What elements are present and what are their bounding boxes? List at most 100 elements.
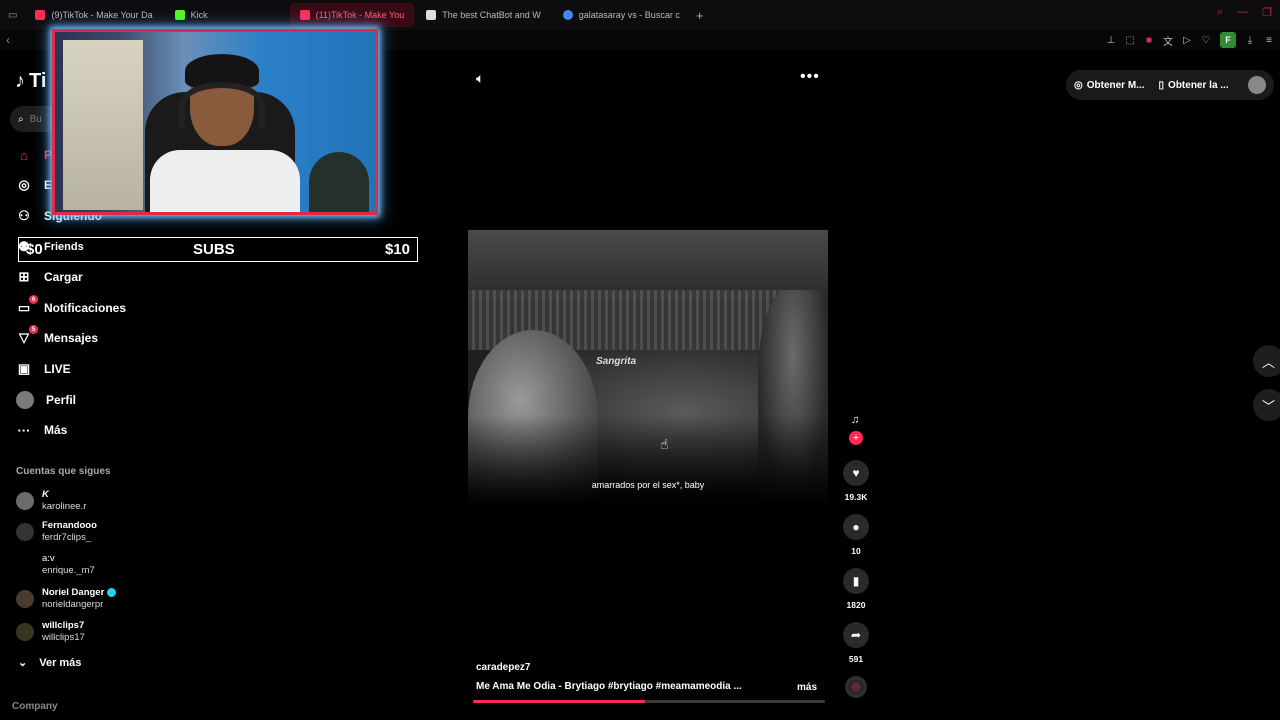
tab-tiktok-active[interactable]: (11)TikTok - Make You <box>289 3 415 27</box>
share-button[interactable]: ➦ 591 <box>842 622 870 664</box>
extension-f-icon[interactable]: F <box>1220 32 1236 48</box>
sidebar-item-notificaciones[interactable]: ▭ 6 Notificaciones <box>16 295 127 316</box>
display-name-text: Noriel Danger <box>42 587 105 598</box>
profile-avatar <box>16 391 34 409</box>
sidebar-item-label: Perfil <box>46 393 77 407</box>
sidebar-item-label: LIVE <box>44 362 71 376</box>
get-coins-label: Obtener M... <box>1086 79 1145 91</box>
video-progress-fill <box>473 700 646 703</box>
comment-icon: ● <box>843 514 869 540</box>
download-icon[interactable]: ⤓ <box>1245 34 1255 46</box>
subs-label: SUBS <box>192 241 235 258</box>
volume-icon[interactable]: 🔈︎ <box>476 70 484 87</box>
sidebar-item-label: Mensajes <box>44 331 99 345</box>
translate-icon[interactable]: 文 <box>1163 34 1173 48</box>
display-name: a:v <box>42 553 55 564</box>
chevron-up-icon: ︿ <box>1262 354 1276 370</box>
tab-kick[interactable]: Kick <box>165 3 218 27</box>
following-item[interactable]: willclips7 willclips17 <box>16 620 85 644</box>
minimize-icon[interactable]: — <box>1237 6 1248 19</box>
display-name: willclips7 <box>42 620 85 631</box>
following-item[interactable]: a:v enrique._m7 <box>16 553 95 577</box>
sidebar-item-label: Más <box>44 423 68 437</box>
more-options-icon[interactable]: ••• <box>800 68 820 86</box>
sidebar-item-label: Notificaciones <box>44 301 127 315</box>
tab-tiktok-1[interactable]: (9)TikTok - Make Your Da <box>25 3 162 27</box>
video-player[interactable]: Sangrita <box>468 230 828 505</box>
share-count: 591 <box>848 654 864 664</box>
verified-icon <box>107 587 117 597</box>
heart-icon: ♥ <box>843 460 869 486</box>
save-button[interactable]: ▮ 1820 <box>842 568 870 610</box>
avatar <box>16 492 34 510</box>
chatbot-icon <box>426 10 437 20</box>
search-placeholder: Bu <box>29 113 42 125</box>
avatar <box>16 556 34 574</box>
messages-badge: 5 <box>29 325 38 334</box>
video-progress-bar[interactable] <box>473 700 825 703</box>
following-item[interactable]: Fernandooo ferdr7clips_ <box>16 520 97 544</box>
comment-button[interactable]: ● 10 <box>842 514 870 556</box>
play-icon[interactable]: ▷ <box>1182 34 1192 46</box>
pocket-icon[interactable]: ■ <box>1144 34 1154 46</box>
hand-cursor-icon: ☝︎ <box>660 436 669 452</box>
tiktok-logo[interactable]: ♪ Ti <box>15 70 46 93</box>
screenshot-icon[interactable]: ⬚ <box>1125 34 1135 46</box>
menu-icon[interactable]: ≡ <box>1264 34 1274 46</box>
new-tab-button[interactable]: + <box>696 8 704 23</box>
tab-chatbot[interactable]: The best ChatBot and W <box>416 3 551 27</box>
tab-list-icon[interactable]: ▭ <box>8 10 17 21</box>
music-disc-icon[interactable] <box>845 676 867 698</box>
video-description: Me Ama Me Odia - Brytiago #brytiago #mea… <box>476 681 742 692</box>
following-item[interactable]: Noriel Danger norieldangerpr <box>16 587 117 611</box>
tab-label: galatasaray vs - Buscar c <box>578 10 680 20</box>
logo-text: Ti <box>29 70 47 92</box>
avatar <box>16 623 34 641</box>
top-right-actions: ◎ Obtener M... ▯ Obtener la ... <box>1066 70 1274 100</box>
see-more-label: Ver más <box>39 656 82 669</box>
sidebar-item-live[interactable]: ▣ LIVE <box>16 361 71 377</box>
user-avatar[interactable] <box>1248 76 1266 94</box>
video-author[interactable]: caradepez7 <box>476 662 530 673</box>
username: enrique._m7 <box>42 565 95 576</box>
sidebar-item-mensajes[interactable]: ▽ 5 Mensajes <box>16 325 99 346</box>
sidebar-item-cargar[interactable]: ⊞ Cargar <box>16 269 83 285</box>
extensions-bar: ⊥ ⬚ ■ 文 ▷ ♡ F ⤓ ≡ <box>1106 32 1274 48</box>
tabs: (9)TikTok - Make Your Da Kick (11)TikTok… <box>25 3 703 27</box>
tab-label: Kick <box>190 10 208 20</box>
video-subtitle: amarrados por el sex*, baby <box>591 480 705 490</box>
previous-video-button[interactable]: ︿ <box>1253 345 1280 377</box>
subs-right-value: $10 <box>384 241 410 258</box>
sidebar-item-mas[interactable]: ··· Más <box>16 422 68 438</box>
get-app-button[interactable]: ▯ Obtener la ... <box>1159 80 1229 91</box>
next-video-button[interactable]: ﹀ <box>1253 389 1280 421</box>
follow-plus-button[interactable]: + <box>849 431 863 445</box>
sidebar-item-label: Cargar <box>44 270 83 284</box>
following-icon: ⚇ <box>18 208 30 223</box>
display-name: Noriel Danger <box>42 587 117 599</box>
get-coins-button[interactable]: ◎ Obtener M... <box>1074 80 1145 91</box>
following-item[interactable]: Kkarolinee.r <box>16 489 86 513</box>
google-icon <box>562 10 573 20</box>
pin-icon[interactable]: ⊥ <box>1106 34 1116 46</box>
kick-icon <box>174 10 185 20</box>
back-icon[interactable]: ‹ <box>6 33 10 47</box>
webcam-shirt <box>150 150 300 212</box>
tiktok-note-icon: ♪ <box>15 70 25 92</box>
username: willclips17 <box>42 632 85 643</box>
sidebar-item-perfil[interactable]: Perfil <box>16 391 76 409</box>
comment-count: 10 <box>851 546 861 556</box>
avatar <box>16 590 34 608</box>
tab-google[interactable]: galatasaray vs - Buscar c <box>553 3 690 27</box>
following-section-title: Cuentas que sigues <box>16 466 111 477</box>
video-fade <box>468 415 828 505</box>
webcam-plant <box>309 152 369 212</box>
like-button[interactable]: ♥ 19.3K <box>842 460 870 502</box>
more-description-link[interactable]: más <box>797 682 817 693</box>
search-tabs-icon[interactable]: ⌕ <box>1217 6 1223 19</box>
see-more-button[interactable]: ⌄ Ver más <box>18 656 82 670</box>
bookmark-icon: ▮ <box>843 568 869 594</box>
heart-icon[interactable]: ♡ <box>1201 34 1211 46</box>
maximize-icon[interactable]: ❐ <box>1262 6 1272 19</box>
company-link[interactable]: Company <box>12 701 58 712</box>
